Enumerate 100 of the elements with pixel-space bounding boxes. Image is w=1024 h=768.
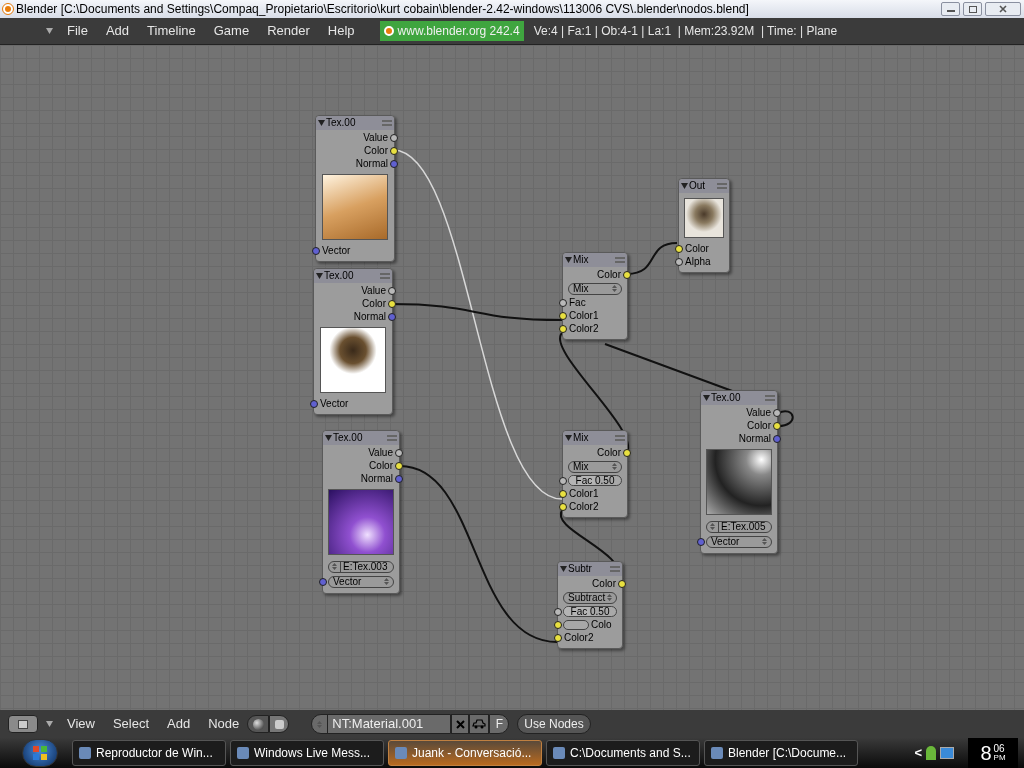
menu-item[interactable]: File [67, 21, 88, 41]
node-socket[interactable] [623, 448, 631, 457]
node-socket[interactable] [697, 537, 705, 546]
menu-item[interactable]: Render [267, 21, 310, 41]
menu-item[interactable]: Select [112, 714, 150, 734]
node-socket[interactable] [554, 620, 562, 629]
taskbar-button[interactable]: C:\Documents and S... [546, 740, 700, 766]
collapse-triangle-icon[interactable] [316, 273, 323, 279]
node-socket[interactable] [773, 408, 781, 417]
taskbar-button[interactable]: Juank - Conversació... [388, 740, 542, 766]
dropdown-field[interactable]: Mix [568, 460, 622, 473]
close-button[interactable] [985, 2, 1021, 16]
close-icon [455, 719, 465, 729]
fac-slider[interactable]: Fac 0.50 [563, 606, 617, 617]
clock-minutes: 06 [993, 744, 1006, 753]
menu-item[interactable]: Add [105, 21, 130, 41]
collapse-triangle-icon[interactable] [318, 120, 325, 126]
collapse-triangle-icon[interactable] [565, 435, 572, 441]
maximize-button[interactable] [963, 2, 982, 16]
collapse-triangle-icon[interactable] [681, 183, 688, 189]
dropdown-field[interactable]: Vector [706, 535, 772, 548]
node-socket[interactable] [395, 461, 403, 470]
node-socket[interactable] [559, 502, 567, 511]
menu-item[interactable]: View [67, 714, 95, 734]
material-field[interactable]: NT:Material.001 [311, 714, 452, 734]
node-socket[interactable] [559, 476, 567, 485]
collapse-triangle-icon[interactable] [565, 257, 572, 263]
node-socket[interactable] [310, 399, 318, 408]
node-header[interactable]: Tex.00 [314, 269, 392, 283]
menu-item[interactable]: Node [208, 714, 240, 734]
taskbar-button[interactable]: Reproductor de Win... [72, 740, 226, 766]
node-header[interactable]: Tex.00 [701, 391, 777, 405]
node-header[interactable]: Mix [563, 253, 627, 267]
fac-slider[interactable]: Fac 0.50 [568, 475, 622, 486]
tray-expand-button[interactable]: < [914, 743, 922, 763]
menu-item[interactable]: Help [327, 21, 355, 41]
node-socket[interactable] [623, 270, 631, 279]
node-socket[interactable] [388, 312, 396, 321]
fake-user-button[interactable]: F [489, 714, 510, 734]
node-socket[interactable] [312, 246, 320, 255]
node-socket[interactable] [773, 421, 781, 430]
node-socket[interactable] [388, 299, 396, 308]
node-options-icon[interactable] [382, 120, 392, 126]
menu-item[interactable]: Game [213, 21, 250, 41]
node-options-icon[interactable] [380, 273, 390, 279]
node-socket[interactable] [388, 286, 396, 295]
node-socket[interactable] [390, 146, 398, 155]
node-socket[interactable] [559, 311, 567, 320]
menu-item[interactable]: Add [167, 714, 191, 734]
node-socket[interactable] [559, 324, 567, 333]
node-socket[interactable] [773, 434, 781, 443]
node-socket[interactable] [395, 474, 403, 483]
node-options-icon[interactable] [765, 395, 775, 401]
collapse-triangle-icon[interactable] [560, 566, 567, 572]
color-swatch[interactable] [563, 619, 589, 630]
composite-nodes-button[interactable] [269, 715, 290, 733]
node-socket[interactable] [390, 133, 398, 142]
dropdown-field[interactable]: Vector [328, 575, 394, 588]
node-header[interactable]: Tex.00 [323, 431, 399, 445]
use-nodes-button[interactable]: Use Nodes [517, 714, 591, 734]
car-icon[interactable] [469, 714, 490, 734]
node-socket[interactable] [554, 633, 562, 642]
node-socket[interactable] [675, 257, 683, 266]
editor-type-button[interactable] [8, 715, 38, 733]
taskbar-button[interactable]: Blender [C:\Docume... [704, 740, 858, 766]
node-socket[interactable] [559, 489, 567, 498]
start-button[interactable] [22, 739, 58, 767]
node-options-icon[interactable] [610, 566, 620, 572]
node-options-icon[interactable] [615, 435, 625, 441]
node-header[interactable]: Tex.00 [316, 116, 394, 130]
version-badge: www.blender.org 242.4 [379, 21, 524, 41]
collapse-triangle-icon[interactable] [703, 395, 710, 401]
texture-field[interactable]: E:Tex.005 [706, 520, 772, 533]
collapse-triangle-icon[interactable] [46, 721, 53, 727]
collapse-triangle-icon[interactable] [46, 28, 53, 34]
node-header[interactable]: Out [679, 179, 729, 193]
node-options-icon[interactable] [717, 183, 727, 189]
node-socket[interactable] [554, 607, 562, 616]
close-button[interactable] [451, 714, 470, 734]
dropdown-field[interactable]: Mix [568, 282, 622, 295]
collapse-triangle-icon[interactable] [325, 435, 332, 441]
clock-hour: 8 [980, 743, 992, 763]
node-socket[interactable] [390, 159, 398, 168]
material-nodes-button[interactable] [247, 715, 270, 733]
node-socket[interactable] [675, 244, 683, 253]
taskbar-button[interactable]: Windows Live Mess... [230, 740, 384, 766]
photo-placeholder [322, 174, 388, 240]
node-header[interactable]: Mix [563, 431, 627, 445]
dropdown-field[interactable]: Subtract [563, 591, 617, 604]
node-socket[interactable] [319, 577, 327, 586]
texture-field[interactable]: E:Tex.003 [328, 560, 394, 573]
node-socket[interactable] [559, 298, 567, 307]
menu-item[interactable]: Timeline [147, 21, 196, 41]
node-options-icon[interactable] [387, 435, 397, 441]
socket-label: Alpha [685, 255, 711, 268]
node-header[interactable]: Subtr [558, 562, 622, 576]
minimize-button[interactable] [941, 2, 960, 16]
node-socket[interactable] [618, 579, 626, 588]
node-socket[interactable] [395, 448, 403, 457]
node-options-icon[interactable] [615, 257, 625, 263]
